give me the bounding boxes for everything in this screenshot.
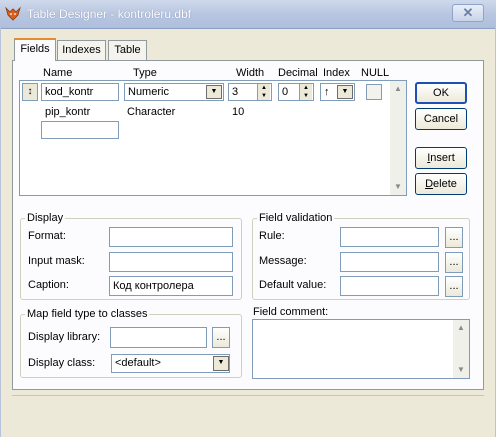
- row-move-handle-icon[interactable]: ↕: [22, 83, 38, 101]
- tab-table[interactable]: Table: [108, 40, 147, 60]
- width-spin-buttons[interactable]: ▲ ▼: [257, 84, 270, 100]
- rule-label: Rule:: [259, 230, 285, 242]
- scroll-up-icon[interactable]: ▲: [453, 320, 469, 336]
- display-library-browse-button[interactable]: ...: [212, 327, 230, 348]
- new-field-name-input[interactable]: [41, 121, 119, 139]
- spin-up-icon[interactable]: ▲: [258, 84, 270, 92]
- insert-button[interactable]: Insert: [415, 147, 467, 169]
- display-class-dropdown-arrow-icon[interactable]: ▼: [213, 356, 229, 371]
- field-comment-textarea[interactable]: ▲ ▼: [252, 319, 470, 379]
- tab-fields[interactable]: Fields: [14, 38, 56, 61]
- close-button[interactable]: ✕: [452, 4, 484, 22]
- spin-down-icon[interactable]: ▼: [258, 92, 270, 100]
- message-label: Message:: [259, 255, 307, 267]
- type-dropdown-arrow-icon[interactable]: ▼: [206, 85, 222, 99]
- column-header-name: Name: [43, 67, 73, 79]
- message-builder-button[interactable]: ...: [445, 252, 463, 273]
- field-type-cell[interactable]: Character: [127, 106, 175, 118]
- rule-input[interactable]: [340, 227, 439, 247]
- column-header-width: Width: [236, 67, 265, 79]
- column-header-decimal: Decimal: [278, 67, 318, 79]
- display-class-value: <default>: [115, 357, 161, 369]
- field-comment-label: Field comment:: [253, 306, 329, 318]
- format-label: Format:: [28, 230, 66, 242]
- column-header-index: Index: [323, 67, 350, 79]
- default-value-input[interactable]: [340, 276, 439, 296]
- foxpro-app-icon: [5, 6, 21, 22]
- bottom-divider: [12, 395, 484, 396]
- default-value-builder-button[interactable]: ...: [445, 276, 463, 297]
- field-name-cell[interactable]: pip_kontr: [45, 106, 90, 118]
- scroll-down-icon[interactable]: ▼: [390, 179, 406, 195]
- field-width-cell[interactable]: 10: [232, 106, 244, 118]
- column-header-null: NULL: [361, 67, 390, 79]
- default-value-label: Default value:: [259, 279, 327, 291]
- display-library-input[interactable]: [110, 327, 207, 348]
- field-name-input[interactable]: kod_kontr: [41, 83, 119, 101]
- comment-scrollbar[interactable]: ▲ ▼: [453, 320, 469, 378]
- input-mask-input[interactable]: [109, 252, 233, 272]
- spin-down-icon[interactable]: ▼: [300, 92, 312, 100]
- display-group-label: Display: [25, 212, 66, 224]
- format-input[interactable]: [109, 227, 233, 247]
- index-dropdown-arrow-icon[interactable]: ▼: [337, 85, 353, 99]
- caption-input[interactable]: Код контролера: [109, 276, 233, 296]
- window-title: Table Designer - kontroleru.dbf: [27, 7, 192, 21]
- message-input[interactable]: [340, 252, 439, 272]
- field-width-value: 3: [232, 86, 239, 98]
- display-class-label: Display class:: [28, 357, 96, 369]
- map-field-group-label: Map field type to classes: [25, 308, 150, 320]
- scroll-down-icon[interactable]: ▼: [453, 362, 469, 378]
- tab-indexes[interactable]: Indexes: [57, 40, 106, 60]
- scroll-up-icon[interactable]: ▲: [390, 81, 406, 97]
- field-decimal-value: 0: [282, 86, 289, 98]
- caption-label: Caption:: [28, 279, 69, 291]
- delete-button[interactable]: Delete: [415, 173, 467, 195]
- field-validation-group-label: Field validation: [257, 212, 335, 224]
- decimal-spin-buttons[interactable]: ▲ ▼: [299, 84, 312, 100]
- field-type-value: Numeric: [128, 86, 169, 98]
- ok-button[interactable]: OK: [415, 82, 467, 104]
- null-checkbox[interactable]: [366, 84, 382, 100]
- cancel-button[interactable]: Cancel: [415, 108, 467, 130]
- display-library-label: Display library:: [28, 331, 101, 343]
- input-mask-label: Input mask:: [28, 255, 85, 267]
- index-ascending-icon: ↑: [324, 86, 330, 98]
- rule-builder-button[interactable]: ...: [445, 227, 463, 248]
- column-header-type: Type: [133, 67, 157, 79]
- grid-scrollbar[interactable]: ▲ ▼: [390, 81, 406, 195]
- spin-up-icon[interactable]: ▲: [300, 84, 312, 92]
